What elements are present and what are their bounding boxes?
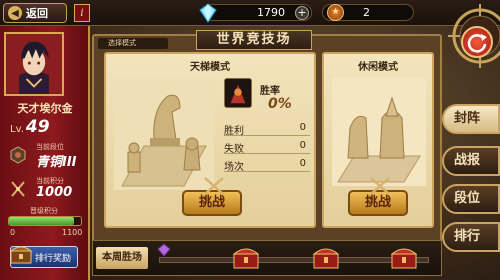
weekly-chest-2[interactable] bbox=[311, 243, 341, 271]
level-prefix: Lv. bbox=[10, 124, 24, 135]
diamond-icon bbox=[199, 3, 217, 23]
stat-row-losses: 失败 0 bbox=[224, 140, 310, 155]
player-name: 天才埃尔金 bbox=[17, 102, 73, 115]
rank-value: 青铜III bbox=[36, 155, 77, 170]
ladder-stats: 胜率 0% 胜利 0 失败 0 场次 0 bbox=[224, 78, 314, 198]
refresh-button[interactable] bbox=[461, 26, 493, 58]
rank-badge-icon bbox=[10, 146, 26, 164]
promo-progress-fill bbox=[9, 217, 74, 225]
losses-value: 0 bbox=[299, 140, 306, 151]
battle-report-button[interactable]: 战报 bbox=[442, 146, 500, 176]
formation-button[interactable]: 封阵 bbox=[442, 104, 500, 134]
matches-value: 0 bbox=[299, 158, 306, 169]
crossed-swords-icon bbox=[370, 177, 390, 195]
losses-label: 失败 bbox=[224, 144, 244, 155]
promo-max: 1100 bbox=[62, 228, 83, 237]
arena-title: 世界竞技场 bbox=[196, 30, 312, 50]
winrate-label: 胜率 bbox=[260, 86, 280, 97]
wins-label: 胜利 bbox=[224, 126, 244, 137]
ladder-mode-card[interactable]: 天梯模式 胜率 0% 胜利 0 失败 0 场次 0 挑战 bbox=[104, 52, 316, 228]
medal-counter: ★ 2 bbox=[322, 4, 414, 21]
casual-mode-title: 休闲模式 bbox=[358, 62, 398, 73]
weekly-chest-3[interactable] bbox=[389, 243, 419, 271]
crossed-swords-icon bbox=[11, 181, 25, 197]
gem-value: 1790 bbox=[257, 6, 285, 19]
chess-pieces-art bbox=[114, 78, 214, 190]
ladder-challenge-label: 挑战 bbox=[198, 195, 225, 210]
rank-reward-button[interactable]: 排行奖励 bbox=[9, 246, 78, 268]
rank-reward-label: 排行奖励 bbox=[35, 253, 72, 264]
gem-counter: 1790 + bbox=[199, 3, 312, 23]
wins-value: 0 bbox=[299, 122, 306, 133]
player-panel: 天才埃尔金 Lv. 49 当前段位 青铜III 当前积分 1000 晋级积分 0 … bbox=[0, 26, 90, 280]
hero-portrait bbox=[4, 32, 64, 96]
player-level: Lv. 49 bbox=[10, 117, 50, 137]
mode-select-tab: 选择模式 bbox=[98, 38, 168, 49]
add-gems-button[interactable]: + bbox=[295, 6, 309, 20]
info-button[interactable]: i bbox=[74, 4, 90, 22]
stat-row-wins: 胜利 0 bbox=[224, 122, 310, 137]
casual-challenge-button[interactable]: 挑战 bbox=[348, 177, 408, 216]
opponent-avatar bbox=[224, 78, 252, 108]
weekly-chest-1[interactable] bbox=[231, 243, 261, 271]
ladder-challenge-button[interactable]: 挑战 bbox=[182, 177, 242, 216]
reward-chest-icon bbox=[9, 246, 33, 264]
refresh-icon bbox=[467, 34, 487, 53]
level-value: 49 bbox=[25, 117, 50, 137]
promo-min: 0 bbox=[10, 228, 16, 237]
points-value: 1000 bbox=[36, 185, 73, 200]
medal-value: 2 bbox=[363, 6, 370, 19]
rank-title-button[interactable]: 段位 bbox=[442, 184, 500, 214]
weekly-wins-label: 本周胜场 bbox=[96, 247, 148, 269]
back-button[interactable]: ◀ 返回 bbox=[3, 3, 67, 23]
crossed-swords-icon bbox=[204, 177, 224, 195]
ladder-mode-title: 天梯模式 bbox=[190, 62, 230, 73]
top-bar: ◀ 返回 i 1790 + ★ 2 bbox=[0, 0, 500, 26]
back-arrow-icon: ◀ bbox=[8, 6, 22, 20]
leaderboard-button[interactable]: 排行 bbox=[442, 222, 500, 252]
medal-icon: ★ bbox=[327, 4, 344, 21]
weekly-wins-bar: 本周胜场 bbox=[92, 240, 442, 276]
stat-row-matches: 场次 0 bbox=[224, 158, 310, 173]
promo-label: 晋级积分 bbox=[30, 207, 58, 215]
promo-progress-bar bbox=[8, 216, 82, 226]
gem-marker-icon bbox=[157, 243, 171, 257]
casual-challenge-label: 挑战 bbox=[364, 195, 391, 210]
back-label: 返回 bbox=[26, 7, 48, 20]
casual-mode-card[interactable]: 休闲模式 挑战 bbox=[322, 52, 434, 228]
matches-label: 场次 bbox=[224, 162, 244, 173]
winrate-value: 0% bbox=[268, 96, 292, 112]
chess-scene-art bbox=[332, 78, 426, 186]
